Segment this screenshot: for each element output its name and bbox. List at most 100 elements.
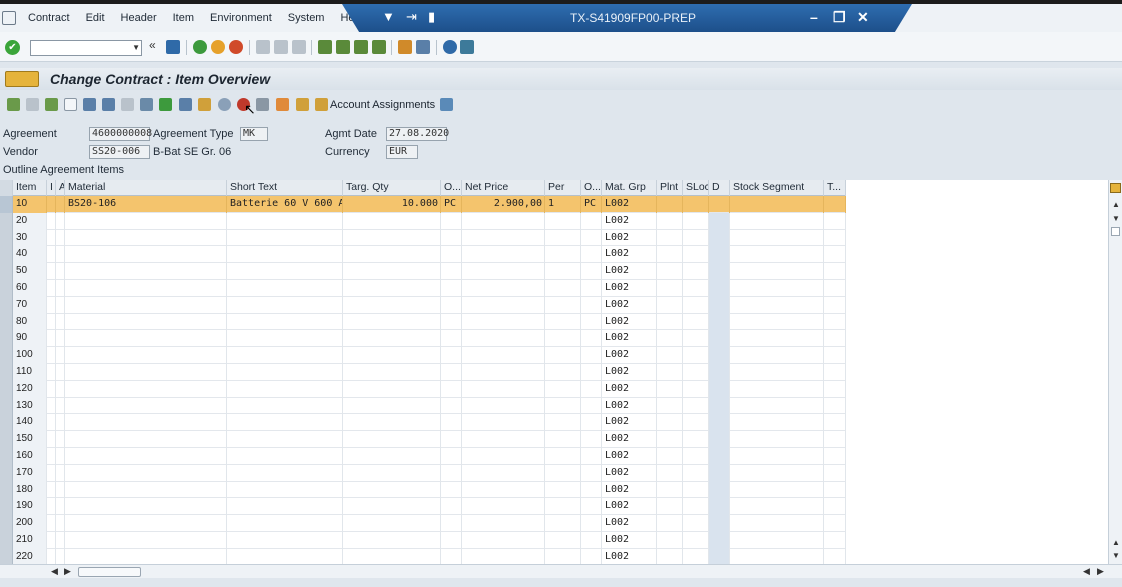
cell-short-text[interactable] xyxy=(227,431,343,448)
header-toggle-icon[interactable] xyxy=(5,71,39,87)
cell-sloc[interactable] xyxy=(683,531,709,549)
cell-d[interactable] xyxy=(709,548,730,566)
cell-oun[interactable] xyxy=(441,246,462,264)
cell-per[interactable] xyxy=(545,531,581,549)
account-assignments-icon[interactable] xyxy=(315,98,328,111)
cell-short-text[interactable] xyxy=(227,447,343,465)
cell-plnt[interactable] xyxy=(657,515,683,532)
cell-mat-grp[interactable]: L002 xyxy=(602,296,657,314)
cell-net-price[interactable] xyxy=(462,414,545,432)
table-row[interactable]: 20 L002 xyxy=(0,212,846,230)
cell-mat-grp[interactable]: L002 xyxy=(602,363,657,381)
col-header-oun[interactable]: O... xyxy=(441,180,462,196)
cell-mat-grp[interactable]: L002 xyxy=(602,515,657,532)
cell-opu[interactable] xyxy=(581,246,602,264)
cell-d[interactable] xyxy=(709,296,730,314)
cell-i[interactable] xyxy=(47,515,56,532)
cell-item[interactable]: 40 xyxy=(13,246,47,264)
cell-a[interactable] xyxy=(56,229,65,247)
cell-short-text[interactable] xyxy=(227,330,343,348)
cell-material[interactable] xyxy=(65,212,227,230)
cell-targ-qty[interactable] xyxy=(343,515,441,532)
cell-oun[interactable] xyxy=(441,380,462,398)
last-page-icon[interactable] xyxy=(372,40,386,54)
cell-d[interactable] xyxy=(709,447,730,465)
cell-short-text[interactable] xyxy=(227,397,343,415)
row-selector[interactable] xyxy=(0,363,13,381)
cell-d[interactable] xyxy=(709,464,730,482)
cell-mat-grp[interactable]: L002 xyxy=(602,431,657,448)
cell-opu[interactable] xyxy=(581,447,602,465)
horizontal-scrollbar[interactable]: ◀ ▶ ◀ ▶ xyxy=(0,564,1122,578)
cell-t[interactable] xyxy=(824,347,846,364)
cell-short-text[interactable] xyxy=(227,296,343,314)
table-row[interactable]: 150 L002 xyxy=(0,431,846,448)
cell-targ-qty[interactable] xyxy=(343,246,441,264)
cell-opu[interactable] xyxy=(581,481,602,499)
cell-opu[interactable] xyxy=(581,279,602,297)
cell-stock-segment[interactable] xyxy=(730,330,824,348)
col-header-per[interactable]: Per xyxy=(545,180,581,196)
cell-material[interactable] xyxy=(65,515,227,532)
cell-t[interactable] xyxy=(824,414,846,432)
cell-oun[interactable] xyxy=(441,431,462,448)
menu-system[interactable]: System xyxy=(280,4,333,32)
scroll-thumb[interactable] xyxy=(1111,227,1120,236)
cell-per[interactable] xyxy=(545,246,581,264)
cell-opu[interactable] xyxy=(581,548,602,566)
col-header-short-text[interactable]: Short Text xyxy=(227,180,343,196)
cell-item[interactable]: 180 xyxy=(13,481,47,499)
row-selector[interactable] xyxy=(0,347,13,364)
cell-per[interactable]: 1 xyxy=(545,196,581,213)
cell-sloc[interactable] xyxy=(683,196,709,213)
cell-opu[interactable] xyxy=(581,515,602,532)
cancel-icon[interactable] xyxy=(229,40,243,54)
cell-i[interactable] xyxy=(47,380,56,398)
cell-t[interactable] xyxy=(824,229,846,247)
cell-opu[interactable] xyxy=(581,464,602,482)
print-preview-icon[interactable] xyxy=(102,98,115,111)
edit-item-icon[interactable] xyxy=(256,98,269,111)
cell-i[interactable] xyxy=(47,263,56,280)
cell-per[interactable] xyxy=(545,380,581,398)
col-header-stock-segment[interactable]: Stock Segment xyxy=(730,180,824,196)
cell-item[interactable]: 70 xyxy=(13,296,47,314)
cell-mat-grp[interactable]: L002 xyxy=(602,263,657,280)
exit-icon[interactable] xyxy=(211,40,225,54)
cell-oun[interactable] xyxy=(441,263,462,280)
table-row[interactable]: 40 L002 xyxy=(0,246,846,264)
col-header-item[interactable]: Item xyxy=(13,180,47,196)
table-row[interactable]: 140 L002 xyxy=(0,414,846,432)
cell-t[interactable] xyxy=(824,431,846,448)
cell-net-price[interactable] xyxy=(462,229,545,247)
cell-sloc[interactable] xyxy=(683,447,709,465)
previous-page-icon[interactable] xyxy=(336,40,350,54)
cell-per[interactable] xyxy=(545,313,581,331)
cell-a[interactable] xyxy=(56,414,65,432)
cell-plnt[interactable] xyxy=(657,279,683,297)
cell-sloc[interactable] xyxy=(683,397,709,415)
cell-stock-segment[interactable] xyxy=(730,380,824,398)
cell-a[interactable] xyxy=(56,296,65,314)
cell-sloc[interactable] xyxy=(683,363,709,381)
cell-targ-qty[interactable] xyxy=(343,313,441,331)
cell-mat-grp[interactable]: L002 xyxy=(602,212,657,230)
cell-material[interactable] xyxy=(65,380,227,398)
select-all-cell[interactable] xyxy=(0,180,13,196)
cell-net-price[interactable] xyxy=(462,380,545,398)
cell-oun[interactable] xyxy=(441,498,462,516)
cell-sloc[interactable] xyxy=(683,263,709,280)
cell-stock-segment[interactable] xyxy=(730,363,824,381)
cell-mat-grp[interactable]: L002 xyxy=(602,531,657,549)
cell-short-text[interactable] xyxy=(227,363,343,381)
cell-i[interactable] xyxy=(47,246,56,264)
cell-short-text[interactable]: Batterie 60 V 600 Ah xyxy=(227,196,343,213)
cell-targ-qty[interactable] xyxy=(343,296,441,314)
cell-stock-segment[interactable] xyxy=(730,414,824,432)
cell-stock-segment[interactable] xyxy=(730,431,824,448)
copy-icon[interactable] xyxy=(45,98,58,111)
cell-plnt[interactable] xyxy=(657,431,683,448)
delete-icon[interactable] xyxy=(83,98,96,111)
cell-a[interactable] xyxy=(56,531,65,549)
cell-i[interactable] xyxy=(47,447,56,465)
